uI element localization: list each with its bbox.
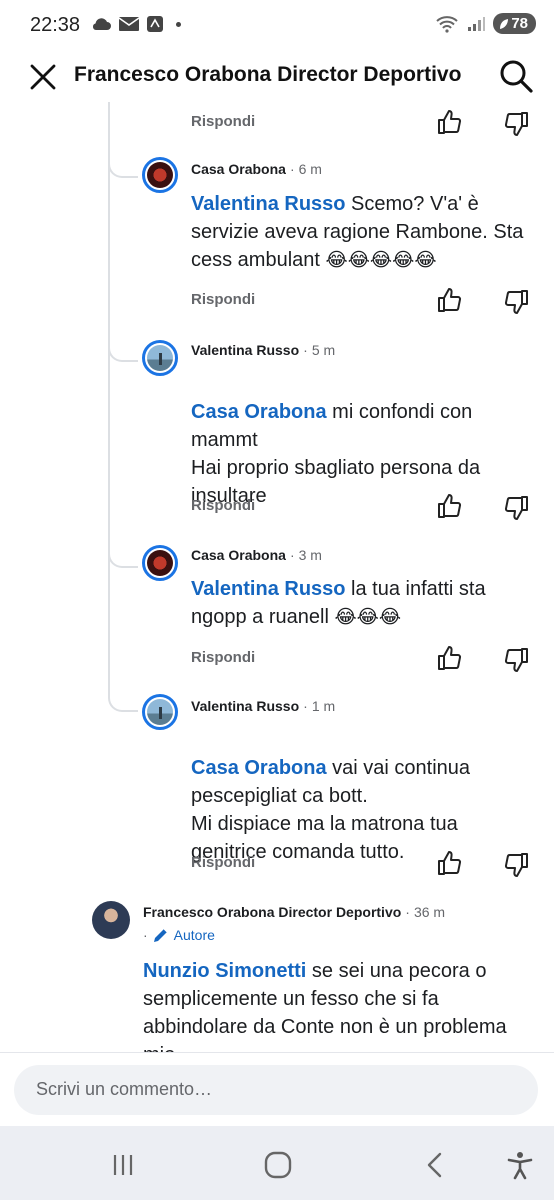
comment-body: Casa Orabona mi confondi con mammt Hai p… bbox=[191, 370, 531, 510]
search-icon[interactable] bbox=[498, 58, 534, 94]
thread-line bbox=[108, 102, 110, 697]
comment-author[interactable]: Valentina Russo bbox=[191, 342, 299, 358]
wifi-icon bbox=[436, 15, 458, 33]
app-icon bbox=[147, 16, 163, 32]
cloud-icon bbox=[92, 18, 111, 30]
comment-input[interactable]: Scrivi un commento… bbox=[14, 1065, 538, 1115]
mention-link[interactable]: Valentina Russo bbox=[191, 578, 346, 600]
mention-link[interactable]: Casa Orabona bbox=[191, 401, 327, 423]
comment-time: 3 m bbox=[298, 547, 322, 563]
comment-time: 6 m bbox=[298, 161, 322, 177]
comment-actions: Rispondi bbox=[191, 492, 551, 522]
thread-connector bbox=[108, 546, 138, 568]
home-icon[interactable] bbox=[263, 1150, 293, 1180]
mention-link[interactable]: Valentina Russo bbox=[191, 193, 346, 215]
comment-time: 36 m bbox=[413, 904, 446, 920]
comment-header: Casa Orabona · 3 m bbox=[191, 547, 322, 563]
reply-button[interactable]: Rispondi bbox=[191, 113, 255, 130]
thread-connector bbox=[108, 156, 138, 178]
system-navigation-bar bbox=[0, 1126, 554, 1200]
accessibility-icon[interactable] bbox=[505, 1150, 535, 1180]
comment-time: 1 m bbox=[311, 698, 336, 714]
back-icon[interactable] bbox=[420, 1150, 450, 1180]
comment-body: Valentina Russo la tua infatti sta ngopp… bbox=[191, 575, 531, 631]
avatar[interactable] bbox=[142, 694, 178, 730]
avatar[interactable] bbox=[142, 545, 178, 581]
comment-author[interactable]: Valentina Russo bbox=[191, 698, 299, 714]
comment-body: Valentina Russo Scemo? V'a' è servizie a… bbox=[191, 190, 531, 274]
thumbs-up-icon[interactable] bbox=[436, 849, 464, 877]
page-title: Francesco Orabona Director Deportivo bbox=[74, 63, 462, 86]
thumbs-down-icon[interactable] bbox=[502, 851, 530, 879]
avatar[interactable] bbox=[142, 157, 178, 193]
recent-apps-icon[interactable] bbox=[108, 1150, 138, 1180]
status-bar: 22:38 78 bbox=[0, 0, 554, 52]
comment-header: Valentina Russo · 5 m bbox=[191, 342, 336, 358]
comment-time: 5 m bbox=[311, 342, 336, 358]
battery-indicator: 78 bbox=[493, 13, 536, 34]
thumbs-down-icon[interactable] bbox=[502, 494, 530, 522]
emoji-laughing: 😂😂😂 bbox=[334, 606, 402, 628]
comment-actions: Rispondi bbox=[191, 108, 551, 138]
comment-body: Nunzio Simonetti se sei una pecora o sem… bbox=[143, 957, 523, 1052]
battery-level: 78 bbox=[511, 15, 528, 32]
battery-leaf-icon bbox=[500, 18, 509, 29]
reply-button[interactable]: Rispondi bbox=[191, 497, 255, 514]
comment-header: Valentina Russo · 1 m bbox=[191, 698, 336, 714]
comment-actions: Rispondi bbox=[191, 849, 551, 879]
comment-author[interactable]: Casa Orabona bbox=[191, 161, 286, 177]
signal-icon bbox=[468, 16, 486, 31]
thumbs-up-icon[interactable] bbox=[436, 286, 464, 314]
mail-icon bbox=[118, 17, 140, 31]
thread-connector bbox=[108, 690, 138, 712]
notification-icons bbox=[90, 15, 181, 33]
close-icon[interactable] bbox=[28, 62, 58, 92]
thread-connector bbox=[108, 340, 138, 362]
author-badge-label: Autore bbox=[173, 927, 215, 943]
page-header: Francesco Orabona Director Deportivo bbox=[0, 52, 554, 102]
thumbs-up-icon[interactable] bbox=[436, 644, 464, 672]
avatar[interactable] bbox=[92, 901, 130, 939]
comment-header: Francesco Orabona Director Deportivo · 36 … bbox=[143, 904, 446, 920]
reply-button[interactable]: Rispondi bbox=[191, 291, 255, 308]
more-notifications-dot bbox=[176, 21, 181, 27]
mention-link[interactable]: Nunzio Simonetti bbox=[143, 960, 306, 982]
system-status-icons: 78 bbox=[435, 13, 536, 34]
thumbs-up-icon[interactable] bbox=[436, 492, 464, 520]
comment-composer: Scrivi un commento… bbox=[0, 1052, 554, 1126]
mention-link[interactable]: Casa Orabona bbox=[191, 757, 327, 779]
avatar[interactable] bbox=[142, 340, 178, 376]
thumbs-down-icon[interactable] bbox=[502, 646, 530, 674]
comment-header: Casa Orabona · 6 m bbox=[191, 161, 322, 177]
reply-button[interactable]: Rispondi bbox=[191, 649, 255, 666]
comment-actions: Rispondi bbox=[191, 286, 551, 316]
thumbs-up-icon[interactable] bbox=[436, 108, 464, 136]
comment-thread: Rispondi Casa Orabona · 6 m Valentina Russ… bbox=[0, 102, 554, 1052]
comment-actions: Rispondi bbox=[191, 644, 551, 674]
thumbs-down-icon[interactable] bbox=[502, 288, 530, 316]
reply-button[interactable]: Rispondi bbox=[191, 854, 255, 871]
comment-author[interactable]: Francesco Orabona Director Deportivo bbox=[143, 904, 401, 920]
comment-author[interactable]: Casa Orabona bbox=[191, 547, 286, 563]
comment-body: Casa Orabona vai vai continua pescepigli… bbox=[191, 726, 531, 866]
author-badge: · Autore bbox=[143, 927, 215, 943]
emoji-laughing: 😂😂😂😂😂 bbox=[325, 249, 437, 271]
thumbs-down-icon[interactable] bbox=[502, 110, 530, 138]
status-time: 22:38 bbox=[30, 14, 81, 36]
pencil-icon bbox=[153, 928, 168, 942]
